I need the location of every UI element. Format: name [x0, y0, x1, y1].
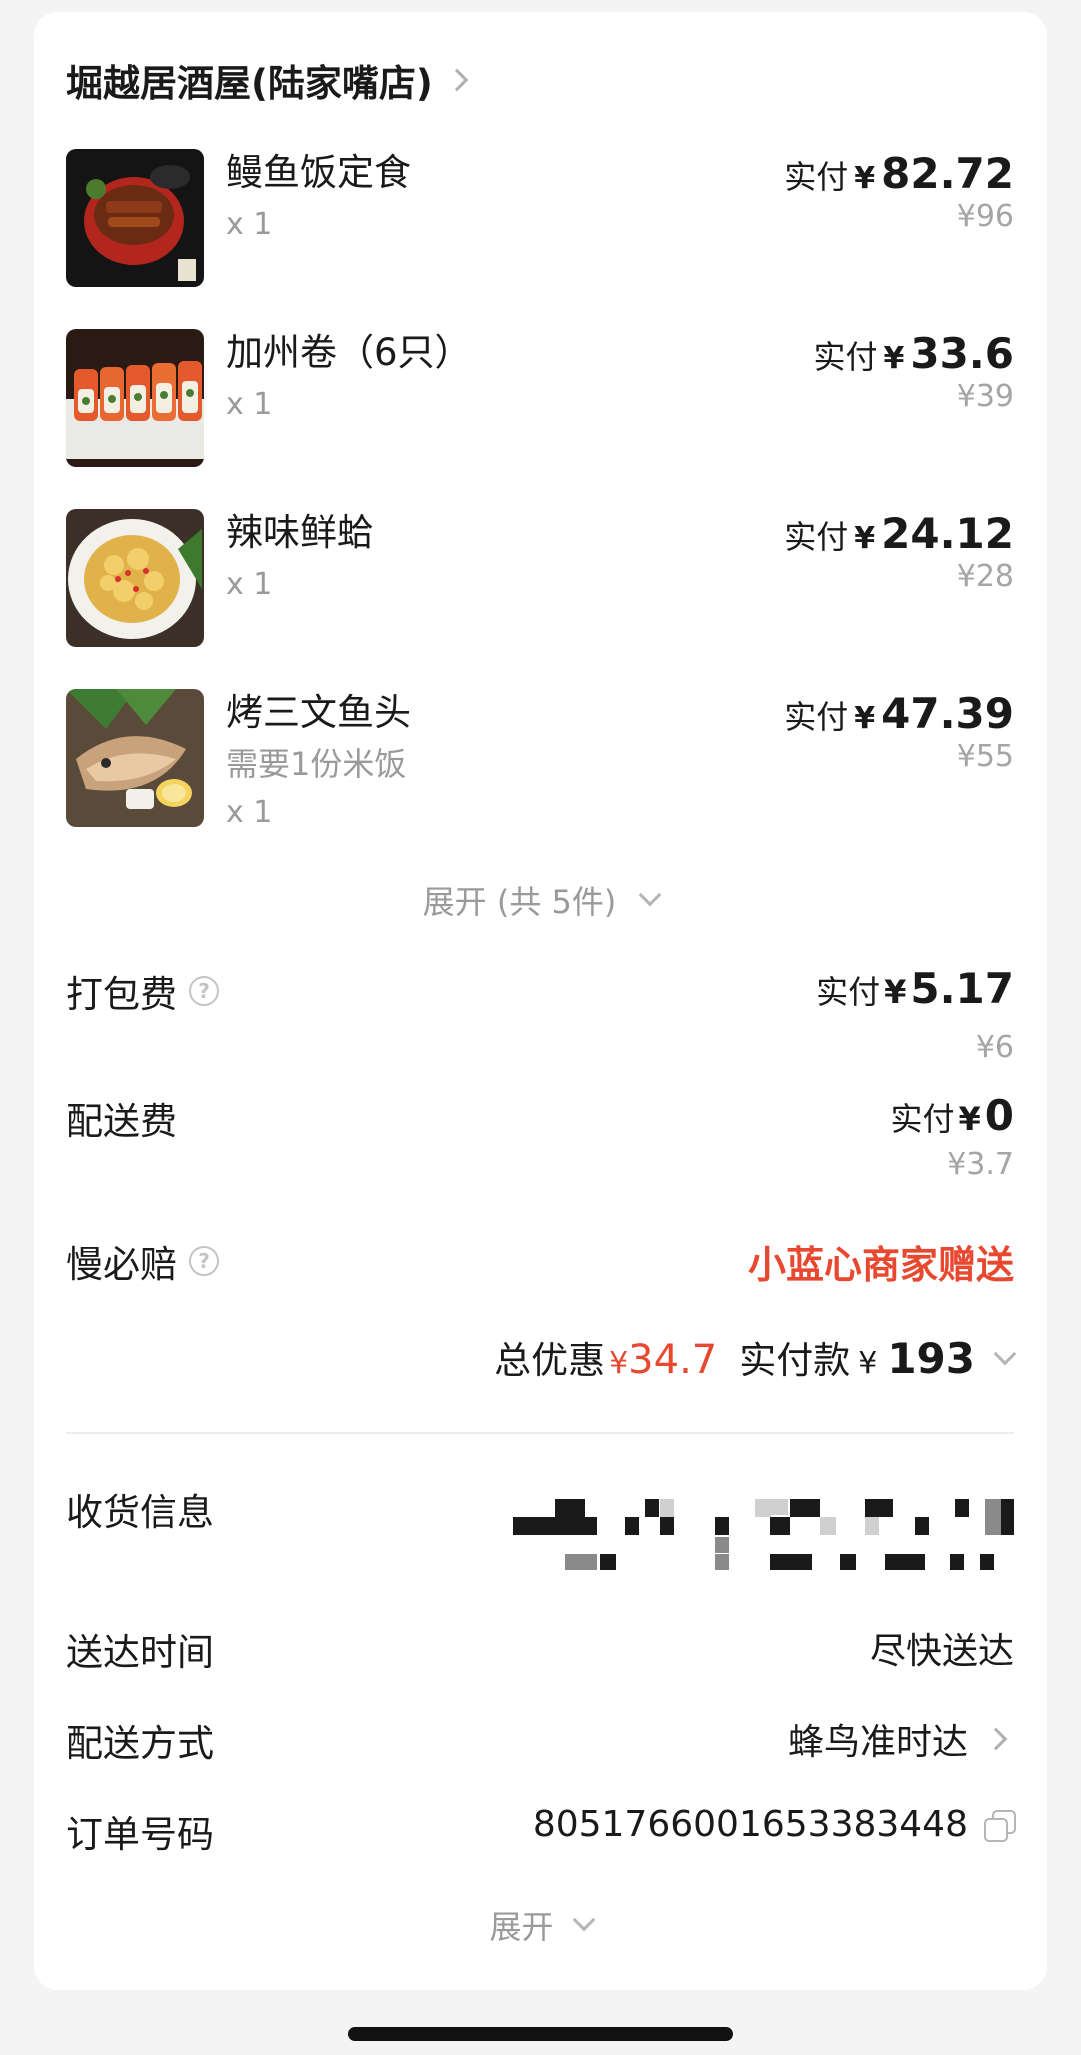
delivery-time-value: 尽快送达 [869, 1631, 1014, 1672]
late-comp-label-group: 慢必赔 ? [66, 1234, 219, 1288]
chevron-right-icon [984, 1727, 1008, 1751]
chevron-down-icon [993, 1342, 1017, 1366]
delivery-method-value: 蜂鸟准时达 [787, 1722, 968, 1763]
item-quantity: x 1 [226, 567, 273, 602]
item-name: 鳗鱼饭定食 [226, 151, 411, 194]
delivery-fee-original: ¥3.7 [947, 1147, 1014, 1182]
delivery-fee-label-group: 配送费 [66, 1091, 177, 1145]
california-roll-photo [66, 329, 204, 467]
shop-header[interactable]: 堀越居酒屋(陆家嘴店) [66, 52, 469, 108]
paid-amount: 24.12 [881, 509, 1014, 558]
currency-symbol: ¥ [884, 973, 907, 1011]
item-original-price: ¥96 [956, 199, 1014, 234]
delivery-time-label: 送达时间 [66, 1631, 214, 1674]
expand-more-label: 展开 [489, 1908, 554, 1946]
paid-amount: 33.6 [910, 329, 1014, 378]
currency-symbol: ¥ [854, 161, 876, 196]
packing-fee-label-group: 打包费 ? [66, 964, 219, 1018]
delivery-time-row: 送达时间 尽快送达 [66, 1622, 1014, 1674]
packing-fee-row: 打包费 ? 实付 ¥ 5.17 ¥6 [66, 964, 1014, 1074]
late-comp-value: 小蓝心商家赠送 [747, 1243, 1014, 1287]
help-icon[interactable]: ? [189, 976, 219, 1006]
paid-total-currency: ¥ [858, 1346, 878, 1381]
item-name: 加州卷（6只） [226, 331, 472, 374]
discount-amount: 34.7 [628, 1337, 718, 1383]
paid-label: 实付 [784, 698, 849, 736]
packing-fee-original: ¥6 [975, 1030, 1014, 1065]
home-indicator[interactable] [348, 2027, 733, 2041]
currency-symbol: ¥ [854, 701, 876, 736]
redacted-address [510, 1495, 1030, 1595]
paid-label: 实付 [813, 338, 878, 376]
paid-amount: 0 [984, 1091, 1014, 1140]
item-name: 辣味鲜蛤 [226, 511, 374, 554]
currency-symbol: ¥ [883, 341, 905, 376]
item-paid-price: 实付 ¥ 33.6 [813, 329, 1014, 378]
order-number-value: 8051766001653383448 [532, 1804, 968, 1845]
delivery-fee-label: 配送费 [66, 1100, 177, 1143]
packing-fee-paid: 实付 ¥ 5.17 [816, 964, 1014, 1013]
paid-label: 实付 [816, 973, 881, 1011]
order-item[interactable]: 辣味鲜蛤 x 1 实付 ¥ 24.12 ¥28 [66, 509, 1014, 649]
paid-amount: 82.72 [881, 149, 1014, 198]
shop-name: 堀越居酒屋(陆家嘴店) [66, 62, 433, 105]
item-quantity: x 1 [226, 387, 273, 422]
grilled-salmon-head-photo [66, 689, 204, 827]
item-paid-price: 实付 ¥ 24.12 [784, 509, 1014, 558]
delivery-fee-paid: 实付 ¥ 0 [890, 1091, 1014, 1140]
order-total[interactable]: 总优惠 ¥ 34.7 实付款 ¥ 193 [494, 1330, 1017, 1384]
spicy-clam-photo [66, 509, 204, 647]
chevron-down-icon [572, 1908, 595, 1932]
paid-label: 实付 [890, 1100, 955, 1138]
order-number-label: 订单号码 [66, 1813, 214, 1856]
paid-total-label: 实付款 [739, 1339, 851, 1382]
order-number-row: 订单号码 8051766001653383448 [66, 1804, 1016, 1856]
item-paid-price: 实付 ¥ 47.39 [784, 689, 1014, 738]
paid-amount: 47.39 [881, 689, 1014, 738]
item-original-price: ¥39 [956, 379, 1014, 414]
copy-icon[interactable] [984, 1809, 1016, 1842]
order-item[interactable]: 鳗鱼饭定食 x 1 实付 ¥ 82.72 ¥96 [66, 149, 1014, 289]
item-note: 需要1份米饭 [226, 745, 407, 783]
order-item[interactable]: 烤三文鱼头 需要1份米饭 x 1 实付 ¥ 47.39 ¥55 [66, 689, 1014, 839]
delivery-method-row[interactable]: 配送方式 蜂鸟准时达 [66, 1713, 1014, 1765]
item-original-price: ¥55 [956, 739, 1014, 774]
delivery-time-value-group: 尽快送达 [870, 1622, 1014, 1674]
help-icon[interactable]: ? [189, 1246, 219, 1276]
expand-more-button[interactable]: 展开 [0, 1900, 1081, 1950]
item-quantity: x 1 [226, 795, 273, 830]
currency-symbol: ¥ [854, 521, 876, 556]
currency-symbol: ¥ [958, 1100, 981, 1138]
address-label: 收货信息 [66, 1491, 214, 1534]
chevron-right-icon [445, 68, 469, 92]
delivery-method-label: 配送方式 [66, 1722, 214, 1765]
discount-currency: ¥ [609, 1346, 629, 1381]
order-item[interactable]: 加州卷（6只） x 1 实付 ¥ 33.6 ¥39 [66, 329, 1014, 469]
item-original-price: ¥28 [956, 559, 1014, 594]
order-number-value-group: 8051766001653383448 [532, 1804, 1016, 1845]
delivery-method-value-group: 蜂鸟准时达 [788, 1713, 1014, 1765]
eel-rice-photo [66, 149, 204, 287]
paid-total-amount: 193 [887, 1334, 975, 1383]
paid-amount: 5.17 [910, 964, 1014, 1013]
section-divider [66, 1432, 1014, 1434]
delivery-fee-row: 配送费 实付 ¥ 0 ¥3.7 [66, 1091, 1014, 1191]
item-quantity: x 1 [226, 207, 273, 242]
item-name: 烤三文鱼头 [226, 691, 411, 734]
item-paid-price: 实付 ¥ 82.72 [784, 149, 1014, 198]
discount-label: 总优惠 [494, 1339, 606, 1382]
expand-items-button[interactable]: 展开 (共 5件) [0, 875, 1081, 925]
chevron-down-icon [639, 883, 662, 907]
paid-label: 实付 [784, 158, 849, 196]
packing-fee-label: 打包费 [66, 973, 177, 1016]
late-comp-label: 慢必赔 [66, 1243, 177, 1286]
expand-items-label: 展开 (共 5件) [422, 883, 617, 921]
late-comp-row: 慢必赔 ? 小蓝心商家赠送 [66, 1234, 1014, 1290]
paid-label: 实付 [784, 518, 849, 556]
